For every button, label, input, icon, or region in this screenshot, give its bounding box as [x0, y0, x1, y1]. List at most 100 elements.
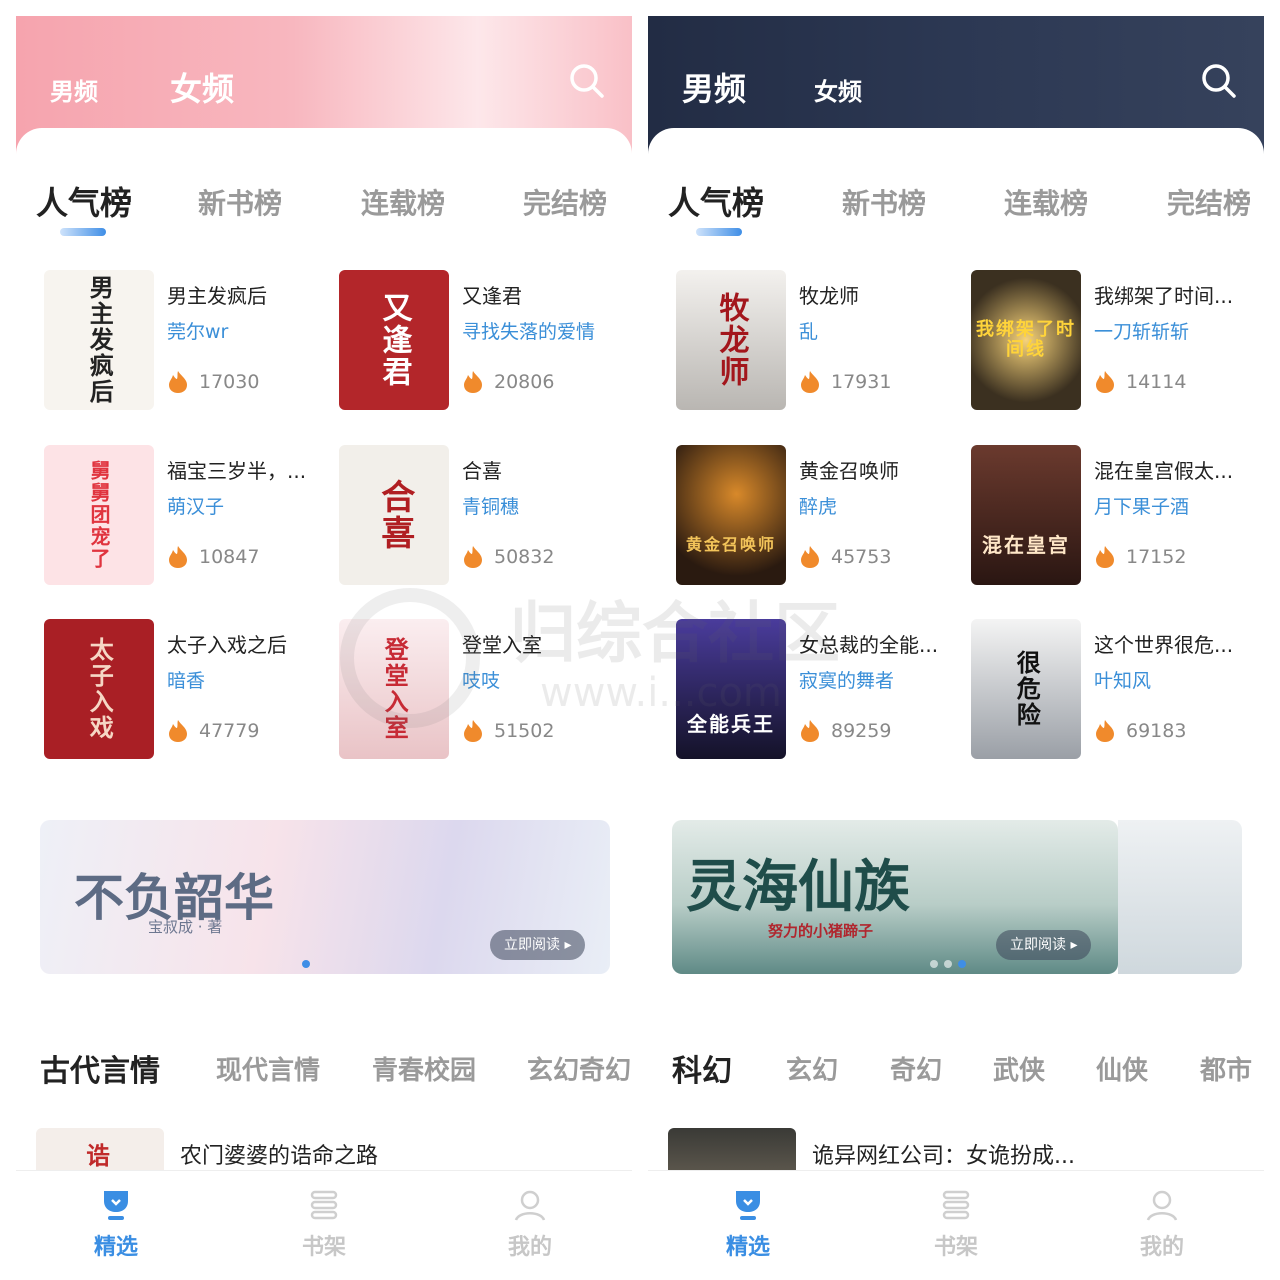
book-author[interactable]: 寻找失落的爱情 — [462, 317, 622, 344]
gender-tab-male[interactable]: 男频 — [50, 72, 98, 107]
rank-tabs: 人气榜 新书榜 连载榜 完结榜 — [16, 182, 632, 242]
book-title: 又逢君 — [462, 284, 522, 308]
gender-tab-female[interactable]: 女频 — [170, 64, 234, 110]
book-title: 福宝三岁半，... — [167, 459, 307, 483]
book-author[interactable]: 醉虎 — [799, 492, 959, 519]
fire-icon — [169, 371, 187, 393]
book-author[interactable]: 萌汉子 — [167, 492, 327, 519]
category-xuanhuan[interactable]: 玄幻 — [786, 1050, 838, 1087]
list-item[interactable]: 诰 农门婆婆的诰命之路 — [36, 1128, 616, 1172]
book-card[interactable]: 黄金召唤师 黄金召唤师 醉虎 45753 — [676, 445, 966, 585]
tab-new[interactable]: 新书榜 — [842, 182, 926, 222]
bookshelf-icon — [942, 1190, 970, 1220]
book-title: 这个世界很危... — [1094, 633, 1234, 657]
book-card[interactable]: 合喜 合喜 青铜穗 50832 — [339, 445, 629, 585]
book-title: 合喜 — [462, 459, 502, 483]
list-item[interactable]: 诡异网红公司：女诡扮成... — [668, 1128, 1248, 1172]
book-author[interactable]: 青铜穗 — [462, 492, 622, 519]
category-campus[interactable]: 青春校园 — [372, 1050, 476, 1087]
nav-featured[interactable]: 精选 — [66, 1187, 166, 1261]
book-author[interactable]: 莞尔wr — [167, 317, 327, 344]
category-scifi[interactable]: 科幻 — [672, 1046, 732, 1090]
category-wuxia[interactable]: 武侠 — [993, 1050, 1045, 1087]
tab-popular[interactable]: 人气榜 — [36, 178, 132, 224]
tab-finished[interactable]: 完结榜 — [523, 182, 607, 222]
book-card[interactable]: 又逢君 又逢君 寻找失落的爱情 20806 — [339, 270, 629, 410]
book-title: 混在皇宫假太... — [1094, 459, 1234, 483]
carousel-dot[interactable] — [302, 960, 310, 968]
nav-bookshelf[interactable]: 书架 — [906, 1187, 1006, 1261]
carousel-dot[interactable] — [944, 960, 952, 968]
heat-count: 17152 — [1094, 545, 1186, 569]
carousel-dot[interactable] — [958, 960, 966, 968]
book-title: 太子入戏之后 — [167, 633, 287, 657]
banner-author: 努力的小猪蹄子 — [768, 922, 874, 940]
book-author[interactable]: 寂寞的舞者 — [799, 666, 959, 693]
heat-count: 20806 — [462, 370, 554, 394]
book-author[interactable]: 月下果子酒 — [1094, 492, 1254, 519]
book-card[interactable]: 男主发疯后 男主发疯后 莞尔wr 17030 — [44, 270, 334, 410]
gender-tab-female[interactable]: 女频 — [814, 72, 862, 107]
book-title: 登堂入室 — [462, 633, 542, 657]
male-panel: 男频 女频 人气榜 新书榜 连载榜 完结榜 牧龙师 牧龙师 乱 17931 我绑… — [648, 16, 1264, 1280]
book-card[interactable]: 登堂入室 登堂入室 吱吱 51502 — [339, 619, 629, 759]
category-urban[interactable]: 都市 — [1200, 1050, 1252, 1087]
fire-icon — [801, 720, 819, 742]
promo-banner[interactable]: 不负韶华 宝叔成 · 著 立即阅读 ▸ — [40, 820, 610, 974]
fire-icon — [1096, 546, 1114, 568]
fire-icon — [169, 546, 187, 568]
fire-icon — [801, 546, 819, 568]
book-author[interactable]: 吱吱 — [462, 666, 622, 693]
book-cover: 登堂入室 — [339, 619, 449, 759]
nav-profile[interactable]: 我的 — [1112, 1187, 1212, 1261]
category-ancient-romance[interactable]: 古代言情 — [40, 1046, 160, 1090]
category-xianxia[interactable]: 仙侠 — [1096, 1050, 1148, 1087]
book-author[interactable]: 乱 — [799, 317, 959, 344]
search-icon[interactable] — [568, 62, 606, 100]
book-card[interactable]: 全能兵王 女总裁的全能... 寂寞的舞者 89259 — [676, 619, 966, 759]
book-title: 诡异网红公司：女诡扮成... — [812, 1144, 1075, 1169]
book-author[interactable]: 叶知风 — [1094, 666, 1254, 693]
tab-serial[interactable]: 连载榜 — [1004, 182, 1088, 222]
tab-new[interactable]: 新书榜 — [198, 182, 282, 222]
book-card[interactable]: 很危险 这个世界很危... 叶知风 69183 — [971, 619, 1261, 759]
read-now-button[interactable]: 立即阅读 ▸ — [996, 930, 1092, 960]
bottom-nav: 精选 书架 我的 — [648, 1170, 1264, 1280]
book-card[interactable]: 混在皇宫 混在皇宫假太... 月下果子酒 17152 — [971, 445, 1261, 585]
female-panel: 男频 女频 人气榜 新书榜 连载榜 完结榜 男主发疯后 男主发疯后 莞尔wr 1… — [16, 16, 632, 1280]
search-icon[interactable] — [1200, 62, 1238, 100]
bottom-nav: 精选 书架 我的 — [16, 1170, 632, 1280]
book-cover: 我绑架了时间线 — [971, 270, 1081, 410]
nav-featured[interactable]: 精选 — [698, 1187, 798, 1261]
fire-icon — [1096, 720, 1114, 742]
nav-profile[interactable]: 我的 — [480, 1187, 580, 1261]
tab-finished[interactable]: 完结榜 — [1167, 182, 1251, 222]
book-title: 牧龙师 — [799, 284, 859, 308]
promo-banner[interactable]: 灵海仙族 努力的小猪蹄子 立即阅读 ▸ — [672, 820, 1118, 974]
gender-tab-male[interactable]: 男频 — [682, 64, 746, 110]
next-banner-preview[interactable] — [1118, 820, 1242, 974]
book-author[interactable]: 一刀斩斩斩 — [1094, 317, 1254, 344]
book-card[interactable]: 牧龙师 牧龙师 乱 17931 — [676, 270, 966, 410]
book-card[interactable]: 太子入戏 太子入戏之后 暗香 47779 — [44, 619, 334, 759]
book-card[interactable]: 舅舅团宠了 福宝三岁半，... 萌汉子 10847 — [44, 445, 334, 585]
book-author[interactable]: 暗香 — [167, 666, 327, 693]
fire-icon — [464, 371, 482, 393]
category-qihuan[interactable]: 奇幻 — [890, 1050, 942, 1087]
book-cover: 很危险 — [971, 619, 1081, 759]
fire-icon — [169, 720, 187, 742]
tab-serial[interactable]: 连载榜 — [361, 182, 445, 222]
book-cover: 又逢君 — [339, 270, 449, 410]
fire-icon — [464, 546, 482, 568]
fire-icon — [801, 371, 819, 393]
carousel-dot[interactable] — [930, 960, 938, 968]
category-modern-romance[interactable]: 现代言情 — [216, 1050, 320, 1087]
heat-count: 17931 — [799, 370, 891, 394]
tab-popular[interactable]: 人气榜 — [668, 178, 764, 224]
read-now-button[interactable]: 立即阅读 ▸ — [490, 930, 586, 960]
category-fantasy[interactable]: 玄幻奇幻 — [527, 1050, 631, 1087]
nav-bookshelf[interactable]: 书架 — [274, 1187, 374, 1261]
book-title: 农门婆婆的诰命之路 — [180, 1144, 379, 1169]
book-card[interactable]: 我绑架了时间线 我绑架了时间... 一刀斩斩斩 14114 — [971, 270, 1261, 410]
user-icon — [1146, 1190, 1178, 1221]
